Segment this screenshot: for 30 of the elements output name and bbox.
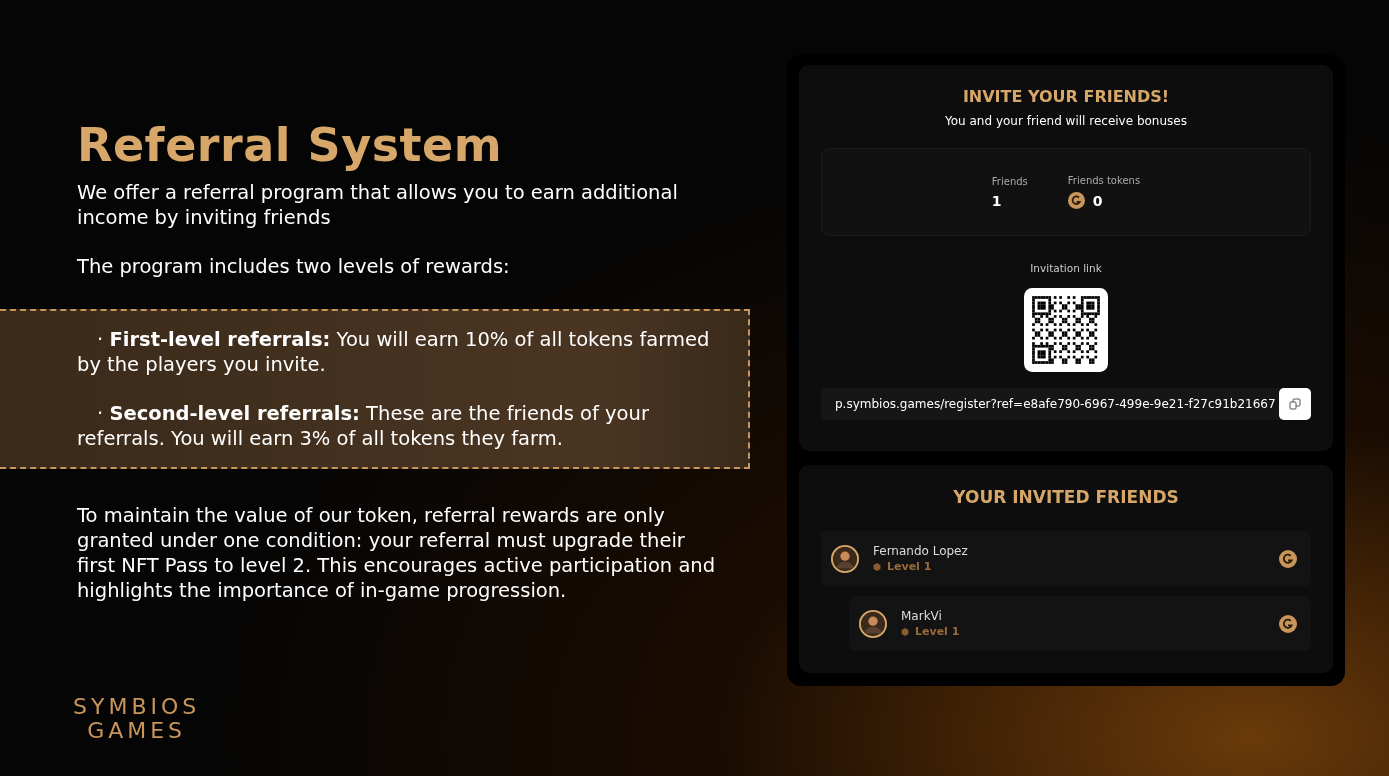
level-icon — [901, 627, 909, 636]
paragraph: To maintain the value of our token, referral rewards are only granted under one condition: your referral must upgrade their first NFT Pass to level 2. This encourages active participation and highlights the importance of in-game progression. — [77, 503, 717, 603]
coin-icon — [1279, 549, 1297, 568]
copy-icon — [1289, 398, 1301, 410]
avatar-icon — [859, 609, 887, 638]
level-label: Level 1 — [887, 560, 932, 573]
coin-icon — [1067, 192, 1085, 209]
panel-subtitle: You and your friend will receive bonuses — [945, 114, 1187, 128]
copy-button[interactable] — [1279, 388, 1311, 420]
paragraph: We offer a referral program that allows you to earn additional income by inviting friends — [77, 180, 679, 230]
stat-value: 1 — [991, 192, 1002, 209]
page-title: Referral System — [77, 118, 504, 172]
panel-title: YOUR INVITED FRIENDS — [953, 487, 1179, 507]
level-icon — [873, 562, 881, 571]
logo: SYMBIOS GAMES — [73, 695, 201, 743]
avatar-icon — [831, 544, 859, 573]
panel-title: INVITE YOUR FRIENDS! — [962, 87, 1170, 106]
friend-name: MarkVi — [901, 609, 943, 623]
coin-icon — [1279, 614, 1297, 633]
paragraph: The program includes two levels of rewards: — [77, 254, 511, 279]
stat-label: Friends tokens — [1067, 175, 1141, 186]
stat-value: 0 — [1092, 192, 1103, 209]
level-label: Level 1 — [915, 625, 960, 638]
reward-text: · Second-level referrals: These are the friends of your referrals. You will earn 3% of all tokens they farm. — [77, 401, 650, 451]
friend-row[interactable]: MarkVi Level 1 — [849, 596, 1311, 651]
stat-label: Friends — [991, 175, 1028, 187]
friend-name: Fernando Lopez — [873, 544, 969, 558]
reward-text: · First-level referrals: You will earn 10% of all tokens farmed by the players you invite. — [77, 327, 711, 377]
link-label: Invitation link — [1030, 262, 1102, 274]
friend-row[interactable]: Fernando Lopez Level 1 — [821, 531, 1311, 586]
